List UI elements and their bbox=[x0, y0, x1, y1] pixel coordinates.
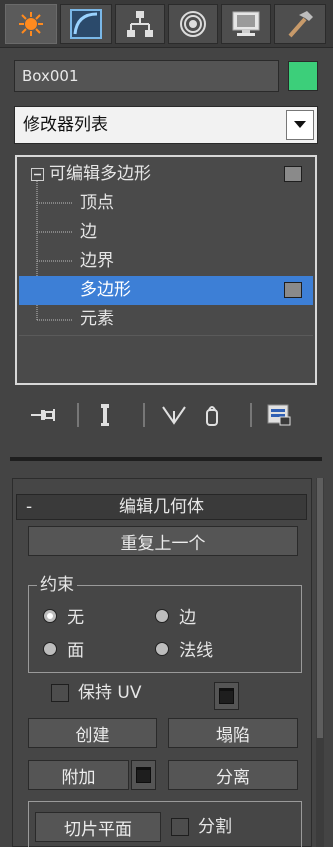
create-sun-icon bbox=[19, 12, 43, 36]
settings-box-icon bbox=[136, 767, 151, 783]
selection-level-box[interactable] bbox=[284, 282, 302, 298]
object-name-field[interactable]: Box001 bbox=[14, 60, 279, 92]
configure-modifier-sets-button[interactable] bbox=[262, 397, 296, 433]
constraint-face-option[interactable]: 面 bbox=[43, 639, 84, 663]
remove-modifier-button[interactable] bbox=[198, 397, 226, 433]
radio-unselected[interactable] bbox=[155, 609, 169, 623]
split-checkbox[interactable] bbox=[171, 818, 189, 836]
tab-modify[interactable] bbox=[60, 4, 112, 44]
create-button[interactable]: 创建 bbox=[28, 718, 157, 748]
modifier-list-dropdown[interactable]: 修改器列表 bbox=[14, 106, 318, 144]
modifier-stack: 可编辑多边形 顶点 边 边界 多边形 元素 bbox=[15, 155, 317, 385]
constraint-edge-option[interactable]: 边 bbox=[155, 606, 196, 630]
hierarchy-icon bbox=[127, 11, 153, 37]
panel-divider bbox=[10, 457, 322, 461]
tab-create[interactable] bbox=[5, 4, 57, 44]
pin-stack-button[interactable] bbox=[24, 397, 62, 433]
split-label: 分割 bbox=[198, 817, 232, 837]
preserve-uv-checkbox[interactable] bbox=[51, 684, 69, 702]
stack-item-element[interactable]: 元素 bbox=[19, 305, 313, 334]
constraint-none-option[interactable]: 无 bbox=[43, 606, 84, 630]
stack-root-editable-poly[interactable]: 可编辑多边形 bbox=[19, 160, 313, 189]
radio-unselected[interactable] bbox=[43, 642, 57, 656]
stack-item-vertex[interactable]: 顶点 bbox=[19, 189, 313, 218]
command-panel-tabs bbox=[0, 0, 333, 48]
pin-stack-icon bbox=[31, 409, 55, 421]
collapse-button[interactable]: 塌陷 bbox=[168, 718, 298, 748]
rollout-title: 编辑几何体 bbox=[119, 497, 204, 517]
tab-display[interactable] bbox=[221, 4, 271, 44]
display-monitor-icon bbox=[232, 11, 260, 36]
stack-divider bbox=[19, 335, 313, 336]
preserve-uv-settings-button[interactable] bbox=[214, 682, 239, 710]
slice-plane-button[interactable]: 切片平面 bbox=[35, 812, 161, 842]
radio-unselected[interactable] bbox=[155, 642, 169, 656]
stack-root-label: 可编辑多边形 bbox=[49, 164, 151, 184]
tab-utilities[interactable] bbox=[274, 4, 326, 44]
option-label: 法线 bbox=[179, 641, 214, 661]
settings-box-icon bbox=[219, 688, 234, 704]
attach-list-button[interactable] bbox=[131, 760, 156, 790]
stack-item-label: 顶点 bbox=[80, 193, 114, 213]
rollout-header[interactable]: - 编辑几何体 bbox=[16, 494, 307, 520]
constraint-normal-option[interactable]: 法线 bbox=[155, 639, 213, 663]
detach-button[interactable]: 分离 bbox=[168, 760, 298, 790]
stack-item-label: 多边形 bbox=[80, 280, 131, 300]
remove-modifier-icon bbox=[206, 406, 218, 426]
make-unique-icon bbox=[162, 406, 186, 425]
toolbar-separator bbox=[77, 403, 79, 427]
collapse-minus-icon[interactable] bbox=[31, 168, 44, 181]
configure-sets-icon bbox=[267, 404, 291, 426]
stack-item-label: 元素 bbox=[80, 309, 114, 329]
toolbar-separator bbox=[250, 403, 252, 427]
option-label: 面 bbox=[67, 641, 85, 661]
show-end-result-button[interactable] bbox=[88, 397, 122, 433]
utilities-hammer-icon bbox=[288, 11, 313, 38]
modifier-list-label: 修改器列表 bbox=[23, 115, 108, 135]
show-end-result-icon bbox=[101, 404, 109, 426]
option-label: 无 bbox=[67, 608, 85, 628]
modify-curve-icon bbox=[70, 9, 102, 39]
object-color-swatch[interactable] bbox=[288, 61, 318, 91]
radio-selected[interactable] bbox=[43, 609, 57, 623]
preserve-uv-label: 保持 UV bbox=[78, 683, 142, 703]
stack-item-border[interactable]: 边界 bbox=[19, 247, 313, 276]
scrollbar-thumb[interactable] bbox=[317, 478, 323, 738]
toolbar-separator bbox=[143, 403, 145, 427]
stack-item-label: 边界 bbox=[80, 251, 114, 271]
stack-item-label: 边 bbox=[80, 222, 97, 242]
tab-motion[interactable] bbox=[168, 4, 218, 44]
chevron-down-icon bbox=[294, 121, 306, 128]
repeat-last-button[interactable]: 重复上一个 bbox=[28, 526, 298, 556]
make-unique-button[interactable] bbox=[158, 397, 190, 433]
motion-target-icon bbox=[180, 11, 206, 37]
stack-item-polygon[interactable]: 多边形 bbox=[19, 276, 313, 305]
constraint-group-label: 约束 bbox=[37, 575, 77, 595]
attach-button[interactable]: 附加 bbox=[28, 760, 129, 790]
modifier-toggle-box[interactable] bbox=[284, 166, 302, 182]
dropdown-arrow-button[interactable] bbox=[286, 110, 314, 140]
stack-item-edge[interactable]: 边 bbox=[19, 218, 313, 247]
tab-hierarchy[interactable] bbox=[115, 4, 165, 44]
option-label: 边 bbox=[179, 608, 197, 628]
